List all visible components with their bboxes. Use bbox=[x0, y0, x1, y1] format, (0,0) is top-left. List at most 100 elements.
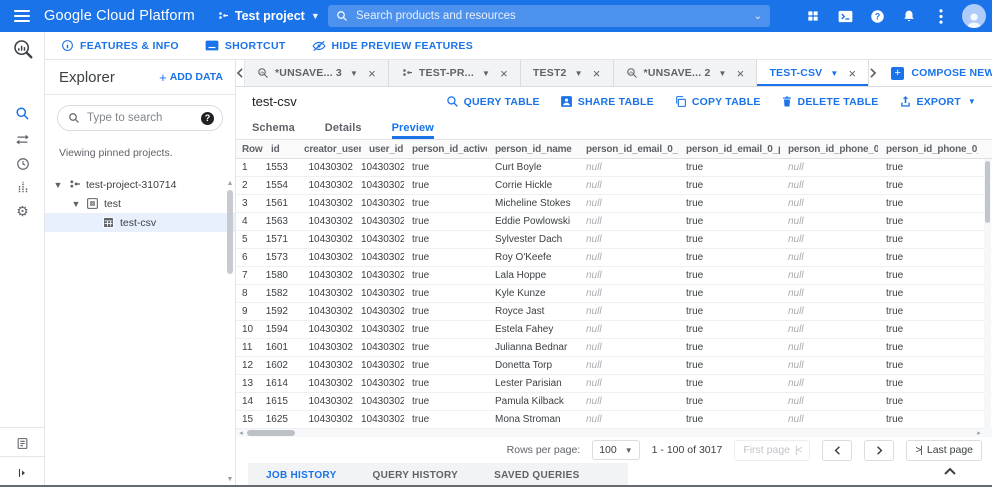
project-dots-icon bbox=[401, 67, 413, 79]
chevron-down-icon[interactable]: ▼ bbox=[719, 69, 727, 78]
tab-saved-queries[interactable]: SAVED QUERIES bbox=[476, 463, 597, 487]
grid-horizontal-scrollbar[interactable]: ◂ ▸ bbox=[236, 429, 992, 437]
expand-panel-icon[interactable] bbox=[0, 460, 45, 486]
close-icon[interactable]: × bbox=[849, 66, 857, 81]
close-icon[interactable]: × bbox=[593, 66, 601, 81]
close-icon[interactable]: × bbox=[500, 66, 508, 81]
tabs-scroll-left-button[interactable] bbox=[236, 60, 245, 86]
query-magnifier-icon bbox=[626, 67, 638, 79]
tab-schema[interactable]: Schema bbox=[252, 122, 295, 139]
cell-creator-user-id: 10430302 bbox=[296, 234, 361, 245]
compose-new-query-label: COMPOSE NEW QUERY bbox=[911, 67, 992, 79]
more-vert-icon[interactable] bbox=[930, 5, 952, 27]
global-search-input[interactable]: Search products and resources ⌄ bbox=[328, 5, 770, 27]
query-tab[interactable]: *UNSAVE... 3 ▼ × bbox=[245, 60, 389, 86]
left-nav-rail: ⚙ bbox=[0, 32, 45, 487]
add-data-button[interactable]: + ADD DATA bbox=[159, 70, 223, 85]
cloud-shell-icon[interactable] bbox=[834, 5, 856, 27]
compose-new-query-button[interactable]: + COMPOSE NEW QUERY bbox=[877, 60, 992, 86]
cell-email-primary: true bbox=[678, 288, 780, 299]
grid-header-row: Row id creator_user_id user_id person_id… bbox=[236, 140, 992, 159]
scroll-left-icon[interactable]: ◂ bbox=[236, 429, 246, 437]
scrollbar-thumb[interactable] bbox=[247, 430, 295, 436]
close-icon[interactable]: × bbox=[368, 66, 376, 81]
copy-table-button[interactable]: COPY TABLE bbox=[674, 95, 761, 108]
collapse-panel-chevron-icon[interactable] bbox=[944, 467, 956, 475]
rail-settings-gear-icon[interactable]: ⚙ bbox=[0, 198, 45, 224]
rail-monitoring-icon[interactable] bbox=[0, 174, 45, 200]
chevron-down-icon[interactable]: ▼ bbox=[830, 69, 838, 78]
tabs-scroll-right-button[interactable] bbox=[869, 60, 877, 86]
apps-grid-icon[interactable] bbox=[802, 5, 824, 27]
grid-vertical-scrollbar[interactable] bbox=[984, 159, 991, 429]
features-info-button[interactable]: FEATURES & INFO bbox=[61, 39, 179, 52]
rail-search-icon[interactable] bbox=[0, 100, 45, 126]
scroll-right-icon[interactable]: ▸ bbox=[974, 429, 984, 437]
cell-row-number: 7 bbox=[236, 270, 263, 281]
notifications-bell-icon[interactable] bbox=[898, 5, 920, 27]
scrollbar-thumb[interactable] bbox=[227, 190, 233, 274]
chevron-down-icon[interactable]: ▼ bbox=[482, 69, 490, 78]
first-page-button[interactable]: First page |< bbox=[734, 440, 810, 461]
cell-id: 1571 bbox=[263, 234, 296, 245]
help-icon[interactable]: ? bbox=[866, 5, 888, 27]
share-table-button[interactable]: SHARE TABLE bbox=[560, 95, 654, 108]
hide-preview-features-button[interactable]: HIDE PREVIEW FEATURES bbox=[312, 40, 473, 52]
tab-query-history[interactable]: QUERY HISTORY bbox=[355, 463, 477, 487]
add-data-label: ADD DATA bbox=[170, 71, 223, 83]
explorer-scrollbar[interactable]: ▲ ▼ bbox=[226, 180, 234, 483]
query-table-button[interactable]: QUERY TABLE bbox=[446, 95, 540, 108]
search-help-icon[interactable]: ? bbox=[201, 112, 214, 125]
project-selector[interactable]: Test project ▼ bbox=[217, 9, 320, 23]
scroll-down-icon[interactable]: ▼ bbox=[226, 476, 234, 483]
scroll-up-icon[interactable]: ▲ bbox=[226, 180, 234, 187]
caret-down-icon[interactable]: ▼ bbox=[71, 199, 81, 209]
cell-user-id: 10430302 bbox=[361, 306, 404, 317]
rail-transfers-icon[interactable] bbox=[0, 126, 45, 152]
export-button[interactable]: EXPORT ▼ bbox=[899, 95, 977, 108]
cell-email-primary: true bbox=[678, 396, 780, 407]
query-tab[interactable]: TEST-PR... ▼ × bbox=[389, 60, 521, 86]
next-page-button[interactable] bbox=[864, 440, 894, 461]
tree-node-project[interactable]: ▼ test-project-310714 bbox=[45, 175, 235, 194]
tab-preview[interactable]: Preview bbox=[392, 122, 434, 139]
close-icon[interactable]: × bbox=[737, 66, 745, 81]
chevron-down-icon[interactable]: ▼ bbox=[350, 69, 358, 78]
cell-name: Estela Fahey bbox=[487, 324, 578, 335]
grid-body: 1 1553 10430302 10430302 true Curt Boyle… bbox=[236, 159, 992, 429]
scrollbar-thumb[interactable] bbox=[985, 161, 990, 223]
search-icon bbox=[336, 10, 348, 22]
caret-down-icon[interactable]: ▼ bbox=[53, 180, 63, 190]
app-bar-icons: ? bbox=[802, 0, 986, 32]
rail-notes-icon[interactable] bbox=[0, 430, 45, 456]
cell-creator-user-id: 10430302 bbox=[296, 288, 361, 299]
cell-id: 1615 bbox=[263, 396, 296, 407]
query-tab[interactable]: TEST2 ▼ × bbox=[521, 60, 614, 86]
query-tab[interactable]: TEST-CSV ▼ × bbox=[757, 60, 869, 86]
shortcut-button[interactable]: SHORTCUT bbox=[205, 40, 286, 52]
cell-id: 1625 bbox=[263, 414, 296, 425]
tab-details[interactable]: Details bbox=[325, 122, 362, 139]
tab-job-history[interactable]: JOB HISTORY bbox=[248, 463, 355, 487]
avatar[interactable] bbox=[962, 4, 986, 28]
rows-per-page-select[interactable]: 100 ▼ bbox=[592, 440, 639, 460]
explorer-search-input[interactable]: Type to search ? bbox=[57, 105, 223, 131]
chevron-down-icon[interactable]: ▼ bbox=[575, 69, 583, 78]
bigquery-logo-icon[interactable] bbox=[0, 36, 45, 62]
last-page-button[interactable]: >| Last page bbox=[906, 440, 982, 461]
cell-name: Kyle Kunze bbox=[487, 288, 578, 299]
menu-button[interactable] bbox=[0, 0, 44, 32]
tree-node-table-selected[interactable]: test-csv bbox=[45, 213, 235, 232]
cell-phone-value: null bbox=[780, 180, 878, 191]
search-options-chevron-icon[interactable]: ⌄ bbox=[754, 11, 762, 22]
cell-email-primary: true bbox=[678, 162, 780, 173]
tree-node-dataset[interactable]: ▼ test bbox=[45, 194, 235, 213]
query-tab[interactable]: *UNSAVE... 2 ▼ × bbox=[614, 60, 758, 86]
previous-page-button[interactable] bbox=[822, 440, 852, 461]
delete-table-button[interactable]: DELETE TABLE bbox=[781, 95, 879, 108]
cell-email-value: null bbox=[578, 342, 678, 353]
cell-phone-primary: true bbox=[878, 288, 978, 299]
cell-active-flag: true bbox=[404, 324, 487, 335]
cell-id: 1594 bbox=[263, 324, 296, 335]
gcp-logo[interactable]: Google Cloud Platform bbox=[44, 8, 195, 24]
